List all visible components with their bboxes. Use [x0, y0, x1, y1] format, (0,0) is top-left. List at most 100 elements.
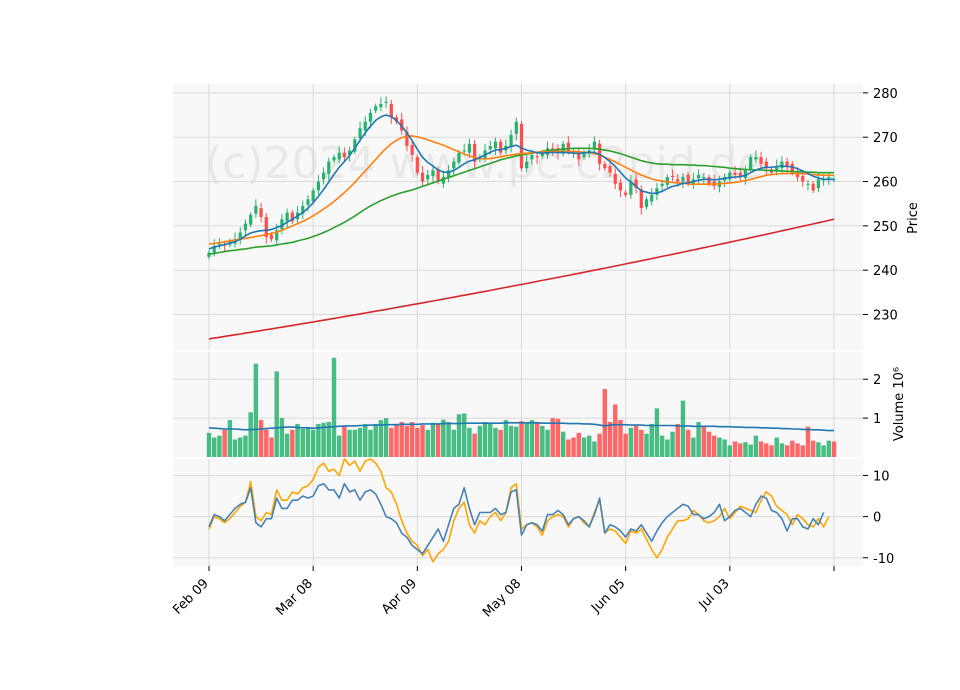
candle-body — [321, 172, 326, 180]
volume-bar — [316, 423, 321, 457]
candle-body — [327, 161, 331, 174]
volume-bar — [206, 432, 212, 457]
volume-tick-label: 1 — [873, 412, 881, 427]
volume-bar — [831, 441, 837, 457]
volume-bar — [524, 422, 529, 457]
volume-bar — [279, 418, 285, 457]
x-tick-label: Mar 08 — [273, 576, 316, 619]
volume-bar — [691, 437, 696, 457]
volume-bar — [644, 433, 649, 457]
candle-body — [269, 234, 274, 240]
candle-body — [426, 174, 430, 180]
volume-bar — [659, 435, 665, 457]
volume-bar — [238, 437, 243, 457]
volume-axis-title: Volume 10⁶ — [892, 367, 907, 441]
volume-bar — [300, 429, 305, 457]
volume-bar — [732, 441, 738, 457]
candle-body — [509, 134, 513, 148]
volume-bar — [639, 429, 644, 457]
candle-body — [827, 177, 831, 179]
candle-body — [254, 205, 258, 214]
volume-bar — [618, 420, 623, 457]
volume-bar — [810, 440, 816, 457]
volume-bar — [514, 426, 519, 457]
oscillator-tick-label: 10 — [873, 469, 890, 484]
volume-bar — [555, 418, 561, 457]
x-tick-label: Jun 05 — [588, 576, 628, 616]
candle-body — [519, 123, 524, 169]
candle-body — [733, 172, 737, 175]
candle-body — [650, 194, 654, 202]
volume-bar — [607, 422, 613, 457]
price-tick-label: 250 — [873, 220, 898, 235]
volume-bar — [409, 422, 415, 457]
volume-bar — [795, 443, 800, 457]
x-tick-label: May 08 — [480, 576, 524, 620]
volume-bar — [227, 420, 233, 457]
price-tick-label: 230 — [873, 309, 898, 324]
candle-body — [660, 183, 664, 186]
volume-bar — [430, 422, 436, 457]
candle-body — [467, 143, 472, 153]
candle-body — [535, 156, 539, 158]
volume-bar — [211, 437, 217, 457]
volume-bar — [758, 441, 764, 457]
volume-bar — [357, 427, 363, 457]
volume-bar — [586, 435, 592, 457]
volume-bar — [232, 439, 238, 457]
candle-body — [358, 128, 362, 139]
volume-bar — [498, 429, 503, 457]
volume-bar — [217, 435, 222, 457]
candle-body — [624, 192, 628, 195]
volume-bar — [769, 445, 774, 457]
volume-bar — [310, 429, 316, 457]
volume-bar — [284, 433, 290, 457]
volume-bar — [711, 435, 717, 457]
candle-body — [457, 152, 461, 163]
x-tick-label: Apr 09 — [379, 576, 420, 617]
candle-body — [696, 174, 701, 179]
oscillator-panel: -10 0 10 — [173, 458, 894, 567]
volume-bar — [805, 426, 811, 457]
candle-body — [759, 157, 763, 164]
candle-body — [243, 223, 248, 231]
candle-body — [525, 161, 529, 169]
candle-body — [530, 154, 534, 160]
volume-bar — [420, 425, 425, 457]
candle-body — [644, 199, 649, 208]
volume-bar — [529, 420, 535, 457]
candle-body — [342, 152, 347, 158]
candle-body — [603, 163, 607, 169]
volume-bar — [519, 421, 524, 457]
price-tick-label: 240 — [873, 264, 898, 279]
candle-body — [681, 177, 685, 182]
volume-bar — [331, 357, 337, 457]
volume-bar — [243, 435, 248, 457]
volume-bar — [253, 363, 259, 457]
candle-body — [306, 199, 310, 205]
volume-bar — [613, 404, 618, 457]
candle-body — [676, 179, 680, 182]
volume-bar — [665, 439, 670, 457]
volume-bar — [456, 414, 462, 457]
candle-body — [410, 144, 414, 155]
candle-body — [337, 152, 341, 160]
volume-bar — [264, 429, 269, 457]
candle-body — [259, 208, 263, 217]
price-tick-label: 270 — [873, 131, 898, 146]
volume-bar — [592, 441, 597, 457]
volume-bar — [649, 423, 654, 457]
volume-bar — [472, 433, 477, 457]
volume-bar — [347, 429, 352, 457]
candle-body — [806, 183, 810, 185]
stock-chart: 230 240 250 260 270 280 (c)2024 www.pc-c2pid.d… — [0, 0, 960, 690]
candle-body — [389, 103, 393, 118]
volume-bar — [722, 439, 727, 457]
volume-bar — [451, 429, 457, 457]
volume-bar — [774, 437, 779, 457]
volume-bar — [248, 412, 253, 457]
volume-bar — [623, 433, 628, 457]
volume-bar — [602, 388, 608, 457]
volume-bar — [540, 425, 545, 457]
volume-tick-label: 2 — [873, 373, 881, 388]
